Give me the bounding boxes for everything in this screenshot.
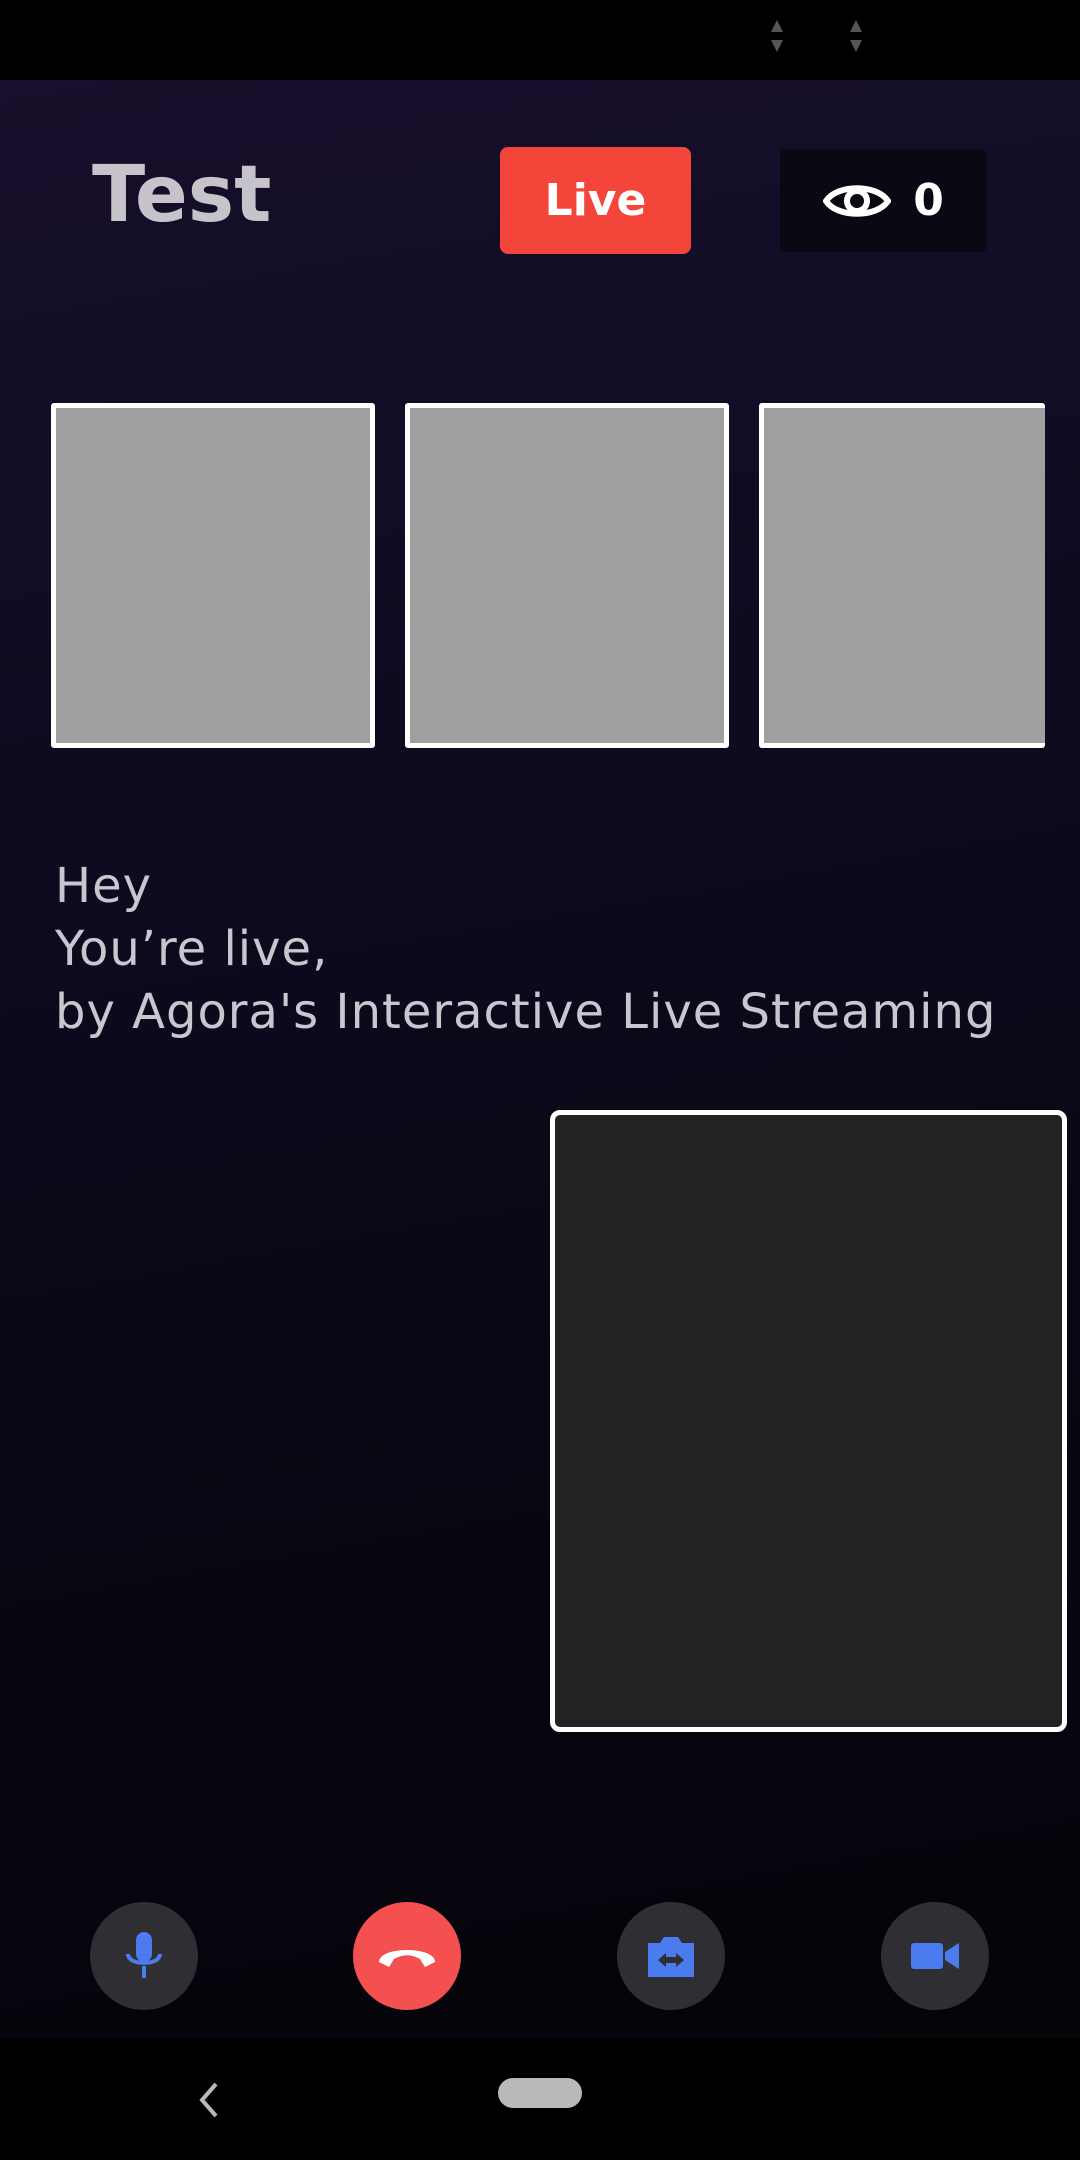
viewer-counter: 0 <box>780 149 987 252</box>
system-nav-bar <box>0 2038 1080 2160</box>
switch-camera-button[interactable] <box>617 1902 725 2010</box>
remote-video-3[interactable] <box>759 403 1045 748</box>
local-video-preview[interactable] <box>550 1110 1067 1732</box>
data-arrows-icon <box>850 20 862 52</box>
viewer-count: 0 <box>913 175 944 226</box>
message-line-1: Hey <box>55 858 153 914</box>
signal-arrows-icon <box>771 20 783 52</box>
video-camera-icon <box>911 1943 959 1969</box>
home-pill-icon[interactable] <box>498 2078 582 2108</box>
status-bar <box>0 0 1080 80</box>
end-call-button[interactable] <box>353 1902 461 2010</box>
microphone-icon <box>126 1932 162 1978</box>
back-chevron-icon[interactable] <box>190 2078 230 2122</box>
message-line-3: by Agora's Interactive Live Streaming <box>55 984 997 1040</box>
live-message: Hey You’re live, by Agora's Interactive … <box>55 855 1055 1044</box>
video-toggle-button[interactable] <box>881 1902 989 2010</box>
hang-up-icon <box>379 1950 435 1967</box>
remote-video-2[interactable] <box>405 403 729 748</box>
live-stream-screen: Test Live 0 Hey You’re live, by Agora's … <box>0 80 1080 2038</box>
live-badge-button[interactable]: Live <box>500 147 691 254</box>
mic-button[interactable] <box>90 1902 198 2010</box>
channel-title: Test <box>92 150 272 240</box>
eye-icon <box>823 184 892 217</box>
switch-camera-icon <box>648 1937 694 1977</box>
remote-video-1[interactable] <box>51 403 375 748</box>
message-line-2: You’re live, <box>55 921 329 977</box>
